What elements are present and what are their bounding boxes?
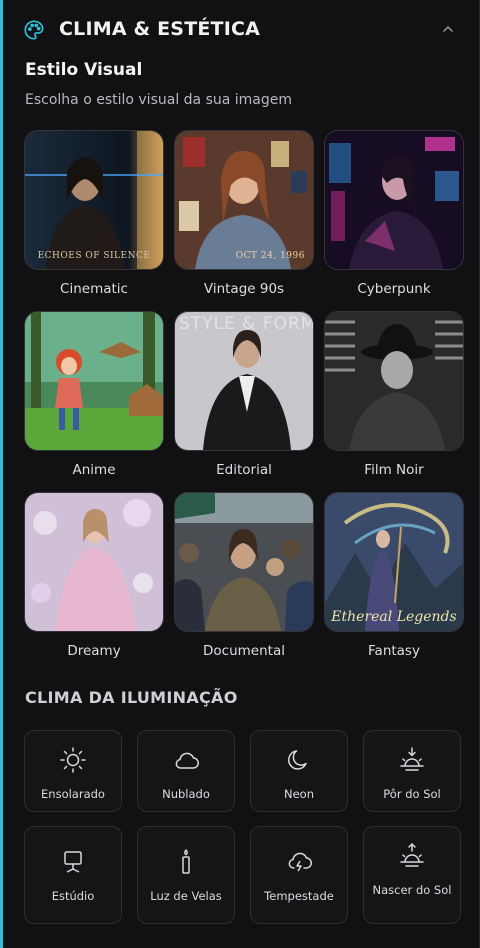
style-label: Vintage 90s	[203, 281, 285, 297]
style-label: Documental	[203, 643, 285, 659]
lighting-label: Estúdio	[51, 889, 95, 903]
visual-style-title: Estilo Visual	[25, 60, 143, 80]
style-thumbnail	[24, 492, 164, 632]
lighting-label: Neon	[283, 787, 314, 801]
panel-header[interactable]: CLIMA & ESTÉTICA	[3, 0, 479, 58]
style-thumbnail	[324, 130, 464, 270]
palette-icon	[24, 20, 44, 40]
style-label: Anime	[72, 462, 116, 478]
cloud-icon	[175, 752, 199, 769]
style-label: Editorial	[216, 462, 272, 478]
sun-icon	[60, 747, 86, 773]
image-caption: OCT 24, 1996	[235, 251, 305, 261]
style-card-dreamy[interactable]: Dreamy	[24, 492, 164, 659]
lighting-label: Luz de Velas	[150, 889, 222, 903]
lighting-option-tempestade[interactable]: Tempestade	[250, 826, 348, 924]
chevron-up-icon[interactable]	[441, 22, 455, 36]
panel-title: CLIMA & ESTÉTICA	[59, 18, 261, 40]
candle-icon	[182, 849, 190, 874]
sunset-icon	[400, 747, 424, 771]
image-caption: ECHOES OF SILENCE	[37, 251, 151, 261]
moon-icon	[288, 750, 307, 770]
style-thumbnail	[324, 311, 464, 451]
image-caption: STYLE & FORM	[179, 314, 314, 334]
image-caption: Ethereal Legends	[331, 609, 457, 625]
lighting-option-luz-de-velas[interactable]: Luz de Velas	[137, 826, 235, 924]
style-card-anime[interactable]: Anime	[24, 311, 164, 478]
monitor-icon	[64, 851, 82, 873]
style-label: Cinematic	[60, 281, 128, 297]
lighting-label: Pôr do Sol	[383, 787, 441, 801]
lighting-label: Nublado	[162, 787, 210, 801]
lighting-option-ensolarado[interactable]: Ensolarado	[24, 730, 122, 812]
visual-style-subtitle: Escolha o estilo visual da sua imagem	[25, 92, 293, 108]
lighting-option-por-do-sol[interactable]: Pôr do Sol	[363, 730, 461, 812]
style-label: Dreamy	[67, 643, 121, 659]
lighting-option-nublado[interactable]: Nublado	[137, 730, 235, 812]
climate-aesthetics-panel: CLIMA & ESTÉTICA Estilo Visual Escolha o…	[0, 0, 480, 948]
lighting-option-estudio[interactable]: Estúdio	[24, 826, 122, 924]
style-card-vintage-90s[interactable]: OCT 24, 1996 Vintage 90s	[174, 130, 314, 297]
style-label: Film Noir	[364, 462, 424, 478]
style-thumbnail	[24, 311, 164, 451]
storm-cloud-icon	[288, 852, 312, 872]
style-thumbnail: Ethereal Legends	[324, 492, 464, 632]
style-card-documental[interactable]: Documental	[174, 492, 314, 659]
style-card-cinematic[interactable]: ECHOES OF SILENCE Cinematic	[24, 130, 164, 297]
style-label: Cyberpunk	[357, 281, 431, 297]
style-card-editorial[interactable]: STYLE & FORM Editorial	[174, 311, 314, 478]
lighting-option-nascer-do-sol[interactable]: Nascer do Sol	[363, 826, 461, 924]
style-thumbnail: ECHOES OF SILENCE	[24, 130, 164, 270]
style-card-film-noir[interactable]: Film Noir	[324, 311, 464, 478]
style-thumbnail: OCT 24, 1996	[174, 130, 314, 270]
style-label: Fantasy	[368, 643, 420, 659]
style-card-fantasy[interactable]: Ethereal Legends Fantasy	[324, 492, 464, 659]
lighting-option-neon[interactable]: Neon	[250, 730, 348, 812]
lighting-label: Tempestade	[264, 889, 334, 903]
style-thumbnail: STYLE & FORM	[174, 311, 314, 451]
lighting-title: CLIMA DA ILUMINAÇÃO	[25, 688, 238, 707]
style-thumbnail	[174, 492, 314, 632]
lighting-label: Nascer do Sol	[372, 883, 452, 897]
sunrise-icon	[400, 842, 424, 867]
style-card-cyberpunk[interactable]: Cyberpunk	[324, 130, 464, 297]
lighting-label: Ensolarado	[41, 787, 105, 801]
